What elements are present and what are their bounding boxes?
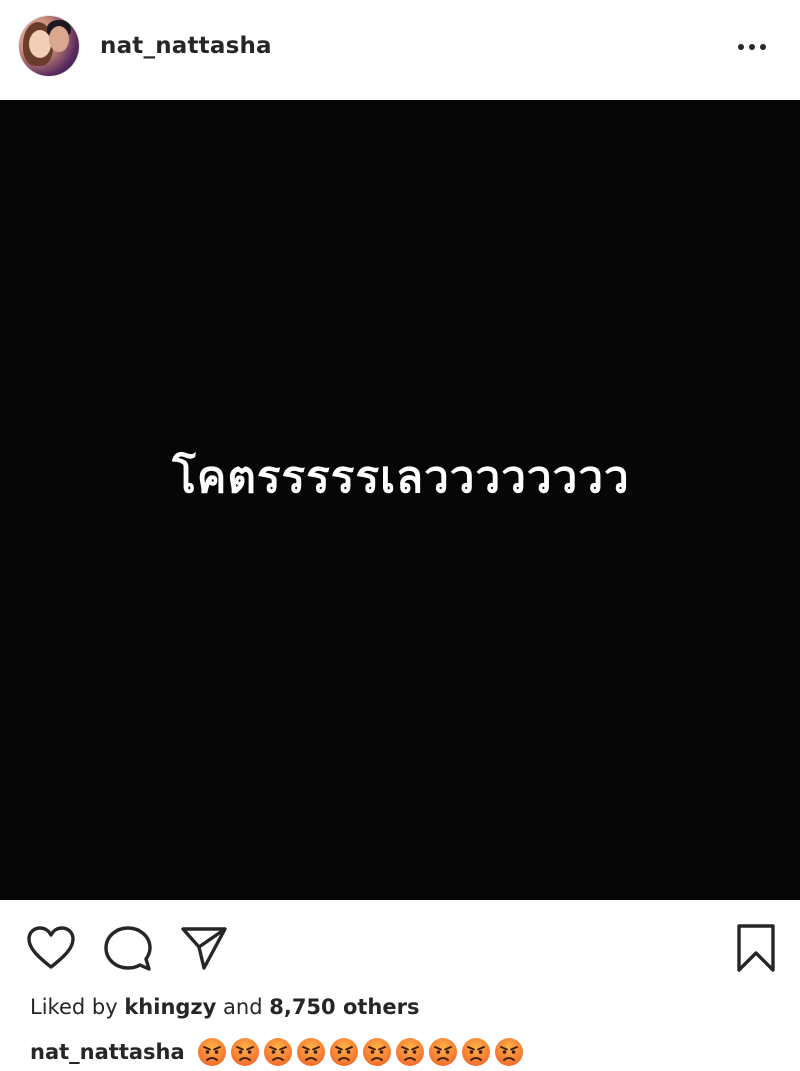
- likes-conjunction: and: [223, 995, 263, 1019]
- caption: nat_nattasha: [30, 1037, 524, 1067]
- angry-face-emoji: [263, 1038, 292, 1066]
- likes-line: Liked by khingzy and 8,750 others: [30, 995, 420, 1019]
- more-dot: [738, 44, 744, 50]
- angry-face-emoji: [296, 1038, 325, 1066]
- likes-prefix: Liked by: [30, 995, 118, 1019]
- angry-face-emoji: [230, 1038, 259, 1066]
- angry-face-emoji: [428, 1038, 457, 1066]
- angry-face-emoji: [395, 1038, 424, 1066]
- angry-face-emoji: [197, 1038, 226, 1066]
- bookmark-icon[interactable]: [736, 924, 776, 972]
- avatar[interactable]: [19, 16, 79, 76]
- angry-face-emoji: [362, 1038, 391, 1066]
- action-bar: [0, 900, 800, 990]
- angry-face-emoji: [329, 1038, 358, 1066]
- post-image-text: โคตรรรรรเลวววววววว: [172, 452, 630, 503]
- caption-emoji-row: [197, 1037, 524, 1067]
- more-dot: [760, 44, 766, 50]
- heart-icon[interactable]: [27, 926, 75, 970]
- share-icon[interactable]: [180, 926, 228, 970]
- likes-count[interactable]: 8,750 others: [269, 995, 419, 1019]
- avatar-face-right: [49, 26, 69, 52]
- caption-username[interactable]: nat_nattasha: [30, 1040, 185, 1064]
- angry-face-emoji: [494, 1038, 523, 1066]
- more-options-icon[interactable]: [738, 40, 774, 54]
- comment-icon[interactable]: [104, 926, 152, 972]
- more-dot: [749, 44, 755, 50]
- likes-user[interactable]: khingzy: [124, 995, 216, 1019]
- angry-face-emoji: [461, 1038, 490, 1066]
- post-header: nat_nattasha: [0, 0, 800, 100]
- post-username[interactable]: nat_nattasha: [100, 33, 272, 59]
- post-image[interactable]: โคตรรรรรเลวววววววว: [0, 100, 800, 900]
